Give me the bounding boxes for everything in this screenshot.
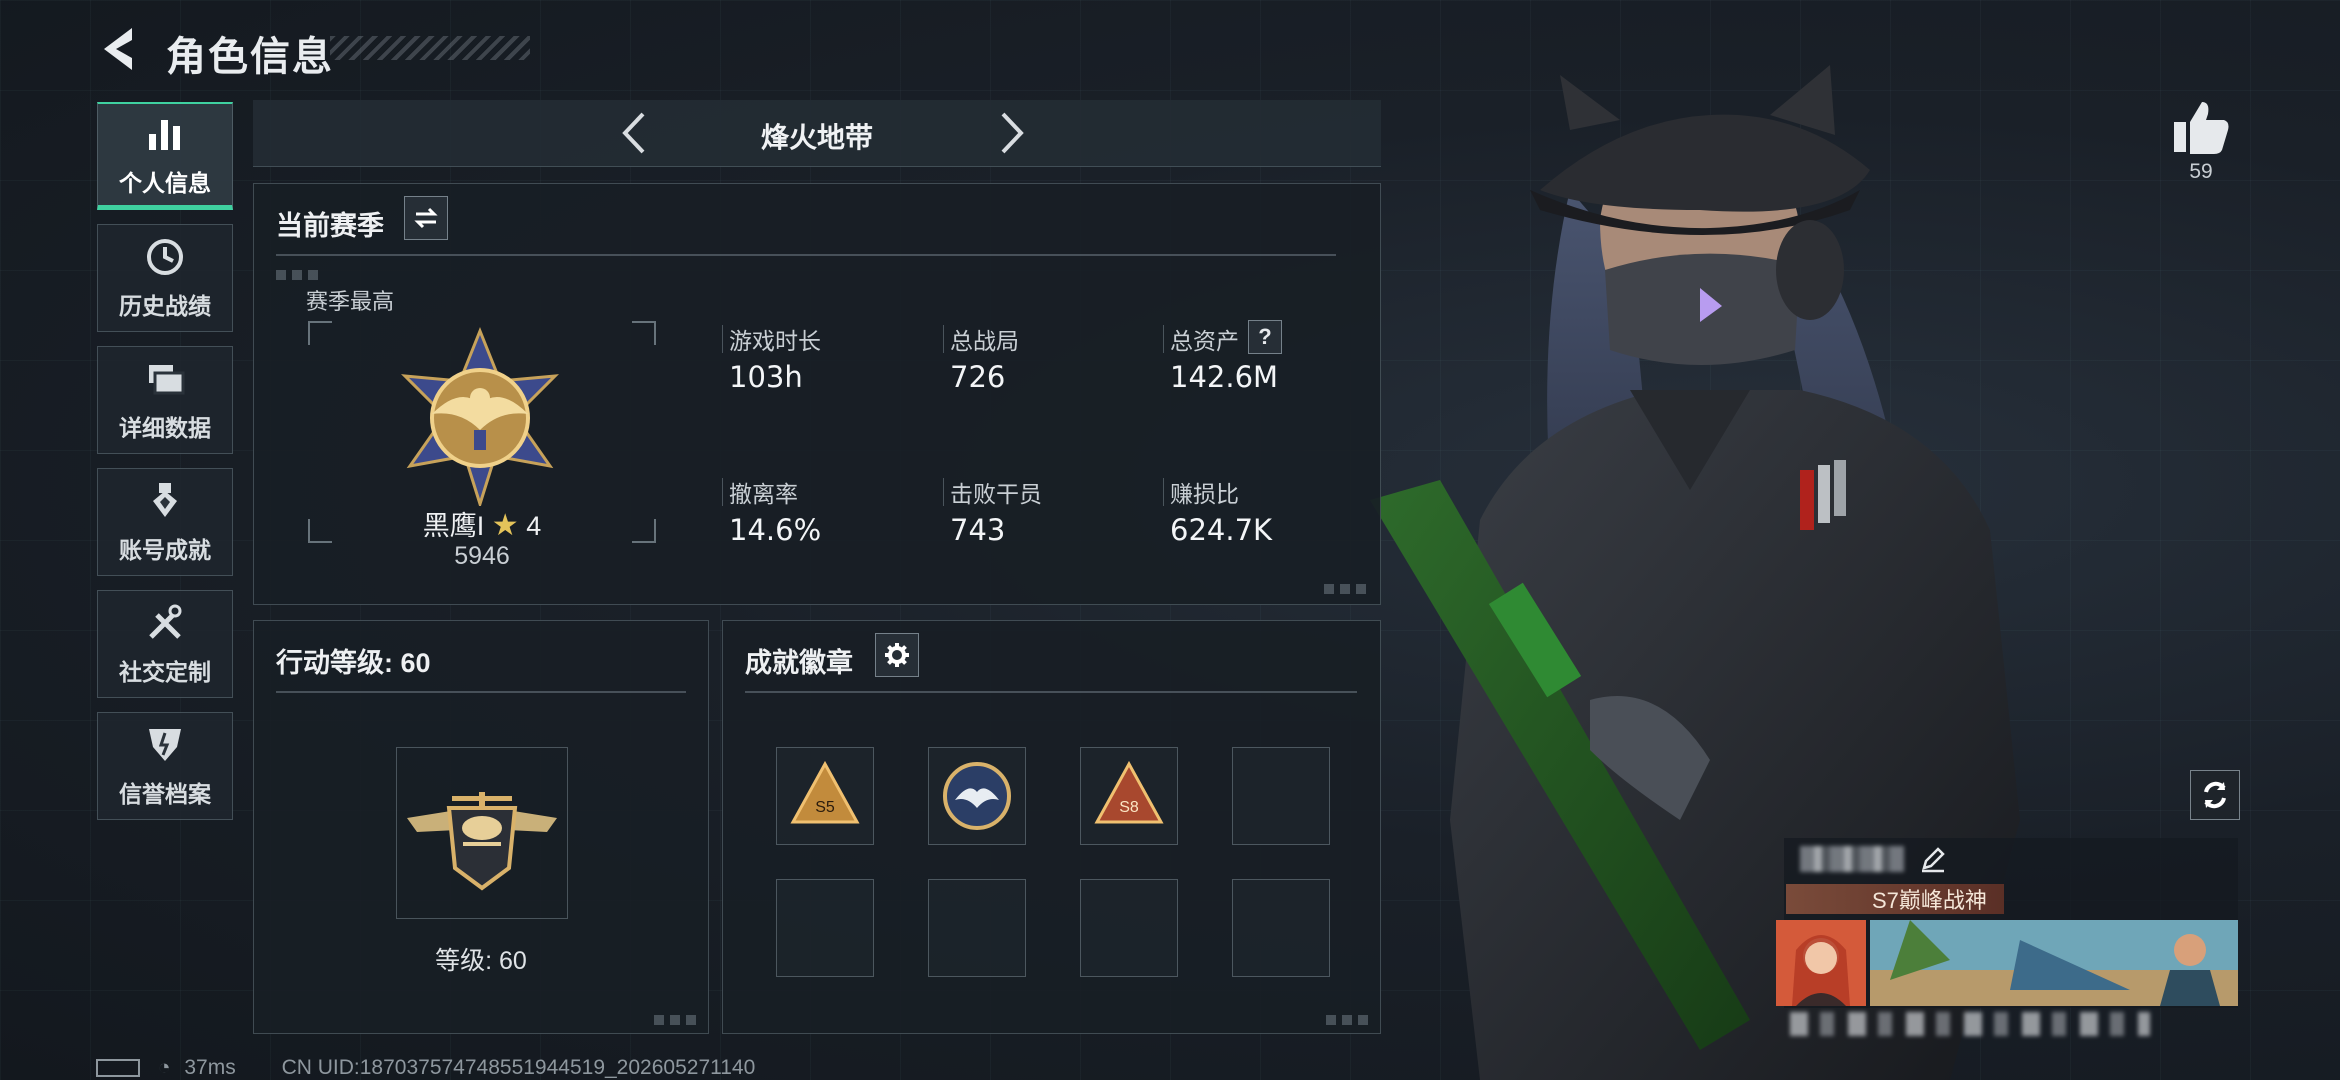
corner-decoration bbox=[276, 270, 320, 280]
shield-badge-icon bbox=[149, 729, 181, 761]
s5-triangle-badge-icon: S5 bbox=[790, 760, 860, 824]
refresh-icon bbox=[2204, 781, 2226, 809]
rank-stars: 4 bbox=[526, 511, 542, 541]
stat-value-total-assets: 142.6M bbox=[1170, 360, 1279, 394]
switch-season-button[interactable] bbox=[404, 196, 448, 240]
sidebar-item-reputation[interactable]: 信誉档案 bbox=[97, 712, 233, 820]
stat-separator bbox=[722, 478, 723, 506]
player-name-blurred bbox=[1800, 846, 1904, 872]
player-banner bbox=[1870, 920, 2238, 1006]
back-arrow-icon[interactable] bbox=[96, 22, 142, 76]
action-level-panel: 行动等级: 60 等级: 60 bbox=[253, 620, 709, 1034]
achievement-medal-icon bbox=[153, 483, 177, 517]
stat-label-total-matches: 总战局 bbox=[950, 328, 1019, 354]
badge-slot[interactable]: S8 bbox=[1080, 747, 1178, 845]
stat-separator bbox=[943, 325, 944, 353]
sidebar-item-history[interactable]: 历史战绩 bbox=[97, 224, 233, 332]
player-avatar[interactable] bbox=[1776, 920, 1866, 1006]
level-emblem-frame bbox=[396, 747, 568, 919]
swap-arrows-icon bbox=[414, 207, 438, 229]
tools-cross-icon bbox=[149, 604, 182, 639]
badge-slot-empty[interactable] bbox=[928, 879, 1026, 977]
ping-value: 37ms bbox=[184, 1056, 236, 1079]
sidebar-item-social-custom[interactable]: 社交定制 bbox=[97, 590, 233, 698]
mode-selector: 烽火地带 bbox=[253, 100, 1381, 167]
section-divider bbox=[276, 691, 686, 693]
stat-label-operators-defeated: 击败干员 bbox=[950, 481, 1042, 507]
corner-decoration bbox=[1324, 584, 1368, 594]
badge-settings-button[interactable] bbox=[875, 633, 919, 677]
level-value: 等级: 60 bbox=[435, 947, 527, 975]
svg-text:S5: S5 bbox=[815, 799, 835, 816]
player-title-text: S7巅峰战神 bbox=[1872, 888, 1987, 913]
sidebar-item-label: 社交定制 bbox=[119, 659, 211, 685]
eagle-round-badge-icon bbox=[943, 762, 1011, 830]
page-title: 角色信息 bbox=[166, 35, 334, 79]
star-icon: ★ bbox=[491, 509, 519, 542]
bar-chart-icon bbox=[149, 119, 180, 150]
badge-slot[interactable] bbox=[928, 747, 1026, 845]
badge-slot-empty[interactable] bbox=[776, 879, 874, 977]
status-bar: ◔ 37ms CN UID:187037574748551944519_2026… bbox=[96, 1056, 755, 1080]
rank-points: 5946 bbox=[454, 542, 510, 570]
edit-pencil-icon[interactable] bbox=[1918, 844, 1948, 874]
stat-value-profit-ratio: 624.7K bbox=[1170, 513, 1273, 547]
like-count: 59 bbox=[2189, 160, 2213, 183]
corner-decoration bbox=[654, 1015, 698, 1025]
sidebar-item-label: 历史战绩 bbox=[119, 293, 211, 319]
s8-triangle-badge-icon: S8 bbox=[1094, 760, 1164, 824]
badge-slot-empty[interactable] bbox=[1080, 879, 1178, 977]
stat-separator bbox=[1163, 478, 1164, 506]
corner-decoration bbox=[1326, 1015, 1370, 1025]
stat-separator bbox=[722, 325, 723, 353]
battery-icon bbox=[96, 1059, 140, 1078]
sidebar-item-label: 信誉档案 bbox=[119, 781, 211, 807]
stat-value-extraction-rate: 14.6% bbox=[729, 513, 822, 547]
player-title-tag: S7巅峰战神 bbox=[1786, 884, 2004, 914]
history-clock-icon bbox=[147, 239, 183, 275]
refresh-button[interactable] bbox=[2190, 770, 2240, 820]
rank-name: 黑鹰I bbox=[422, 511, 485, 541]
stat-value-total-matches: 726 bbox=[950, 360, 1006, 394]
badge-slot-empty[interactable] bbox=[1232, 747, 1330, 845]
sidebar-item-personal-info[interactable]: 个人信息 bbox=[97, 102, 233, 210]
sidebar-item-label: 详细数据 bbox=[119, 415, 211, 441]
svg-text:S8: S8 bbox=[1119, 799, 1139, 816]
stat-value-operators-defeated: 743 bbox=[950, 513, 1006, 547]
thumbs-up-icon[interactable] bbox=[2170, 98, 2232, 156]
title-decoration bbox=[330, 36, 530, 60]
sidebar-item-detailed-data[interactable]: 详细数据 bbox=[97, 346, 233, 454]
wifi-icon: ◔ bbox=[157, 1056, 171, 1079]
stat-separator bbox=[943, 478, 944, 506]
stat-label-playtime: 游戏时长 bbox=[729, 328, 821, 354]
rank-emblem-eagle-icon bbox=[401, 326, 559, 506]
stat-label-total-assets: 总资产 bbox=[1170, 328, 1239, 354]
sidebar-item-label: 账号成就 bbox=[119, 537, 211, 563]
mode-title: 烽火地带 bbox=[760, 122, 873, 153]
player-uid: CN UID:187037574748551944519_20260527114… bbox=[281, 1056, 756, 1079]
badge-slot-empty[interactable] bbox=[1232, 879, 1330, 977]
chevron-right-icon[interactable] bbox=[985, 108, 1035, 158]
season-panel-title: 当前赛季 bbox=[276, 211, 384, 241]
action-level-title: 行动等级: 60 bbox=[276, 648, 431, 678]
assets-help-button[interactable]: ? bbox=[1248, 320, 1282, 354]
section-divider bbox=[745, 691, 1357, 693]
stat-label-profit-ratio: 赚损比 bbox=[1170, 481, 1239, 507]
sidebar-item-achievements[interactable]: 账号成就 bbox=[97, 468, 233, 576]
helicopter-wings-emblem-icon bbox=[407, 792, 557, 891]
rank-name-row: 黑鹰I ★ 4 bbox=[308, 504, 656, 543]
achievement-badges-title: 成就徽章 bbox=[745, 648, 853, 678]
section-divider bbox=[276, 254, 1336, 256]
sidebar-item-label: 个人信息 bbox=[119, 169, 211, 196]
stat-separator bbox=[1163, 325, 1164, 353]
stat-value-playtime: 103h bbox=[729, 360, 803, 394]
stat-label-extraction-rate: 撤离率 bbox=[729, 481, 798, 507]
season-best-label: 赛季最高 bbox=[306, 289, 395, 314]
folder-stack-icon bbox=[149, 365, 185, 395]
badge-slot[interactable]: S5 bbox=[776, 747, 874, 845]
gear-icon bbox=[885, 643, 909, 667]
player-info-blurred bbox=[1790, 1012, 2150, 1036]
